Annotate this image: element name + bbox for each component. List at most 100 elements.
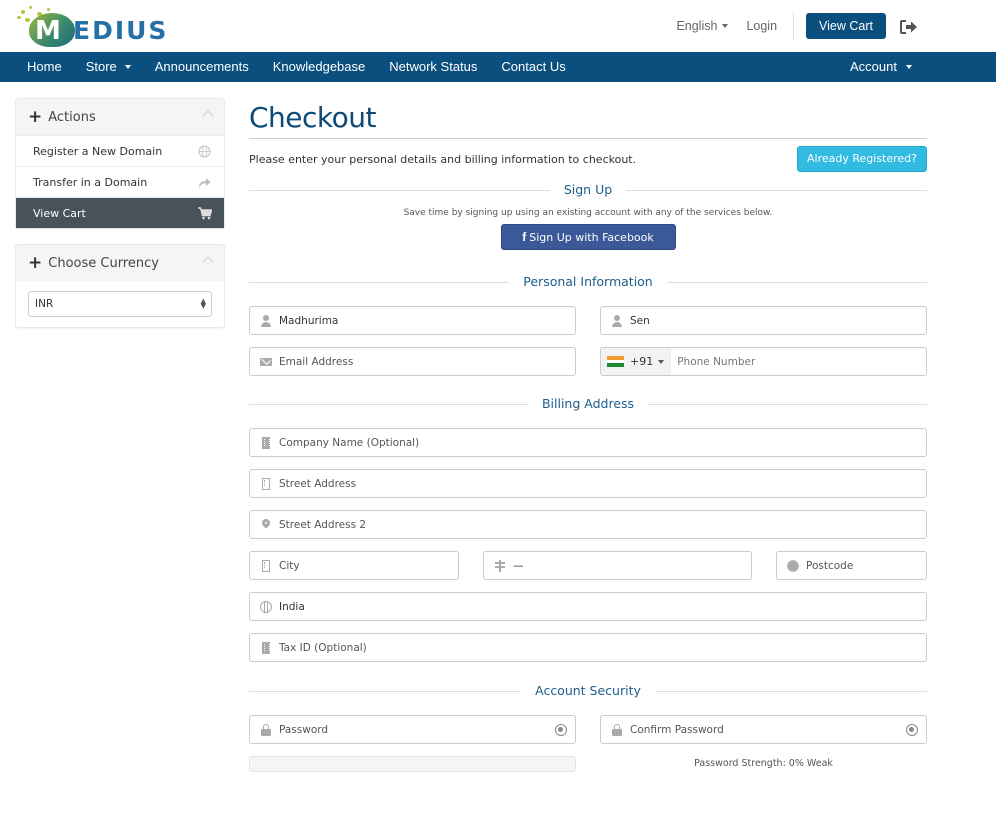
phone-code: +91 <box>630 355 654 368</box>
confirm-password-placeholder: Confirm Password <box>630 723 724 736</box>
sign-out-icon[interactable] <box>900 19 918 34</box>
section-heading: Billing Address <box>527 396 649 411</box>
logo-wordmark: EDIUS <box>73 16 169 45</box>
postcode-placeholder: Postcode <box>806 559 854 572</box>
sidebar-item-label: Transfer in a Domain <box>33 175 148 189</box>
plus-icon: + <box>28 106 43 127</box>
company-placeholder: Company Name (Optional) <box>279 436 420 449</box>
login-link[interactable]: Login <box>746 13 795 39</box>
signup-subtext: Save time by signing up using an existin… <box>403 208 773 218</box>
envelope-icon <box>260 356 272 368</box>
intro-row: Please enter your personal details and b… <box>249 146 927 173</box>
signpost-icon <box>494 559 506 572</box>
user-icon <box>611 314 623 327</box>
country-select[interactable]: India <box>249 592 927 621</box>
nav-label: Account <box>850 59 897 74</box>
nav-store[interactable]: Store <box>74 52 143 82</box>
tax-id-field[interactable]: Tax ID (Optional) <box>249 633 927 662</box>
nav-network-status[interactable]: Network Status <box>377 52 489 82</box>
phone-field[interactable]: +91 Phone Number <box>600 347 927 376</box>
street-address-field[interactable]: Street Address <box>249 469 927 498</box>
view-cart-button[interactable]: View Cart <box>806 13 886 39</box>
chevron-up-icon[interactable] <box>202 110 214 122</box>
nav-knowledgebase[interactable]: Knowledgebase <box>261 52 378 82</box>
confirm-password-field[interactable]: Confirm Password <box>600 715 927 744</box>
street-address-2-field[interactable]: Street Address 2 <box>249 510 927 539</box>
nav-announcements[interactable]: Announcements <box>143 52 261 82</box>
building-outline-icon <box>260 477 272 490</box>
currency-select[interactable]: INR ▲ ▼ <box>28 291 212 317</box>
sidebar-item-label: View Cart <box>33 206 86 220</box>
last-name-value: Sen <box>630 314 650 327</box>
password-field[interactable]: Password <box>249 715 576 744</box>
caret-down-icon <box>722 24 729 28</box>
medius-logo[interactable]: M EDIUS <box>17 4 177 47</box>
user-icon <box>260 314 272 327</box>
panel-title: Choose Currency <box>48 255 159 271</box>
caret-down-icon <box>906 65 912 69</box>
already-registered-button[interactable]: Already Registered? <box>797 146 927 172</box>
phone-placeholder: Phone Number <box>677 355 756 368</box>
language-dropdown[interactable]: English <box>676 19 729 33</box>
street-placeholder: Street Address <box>279 477 357 490</box>
currency-panel-header[interactable]: + Choose Currency <box>16 245 224 281</box>
email-field[interactable]: Email Address <box>249 347 576 376</box>
sidebar-item-transfer-domain[interactable]: Transfer in a Domain <box>16 166 224 197</box>
sidebar-item-label: Register a New Domain <box>33 144 163 158</box>
password-strength-text: Password Strength: 0% Weak <box>694 758 833 769</box>
sidebar-item-register-domain[interactable]: Register a New Domain <box>16 135 224 166</box>
last-name-field[interactable]: Sen <box>600 306 927 335</box>
section-heading: Sign Up <box>549 182 627 197</box>
building-outline-icon <box>260 559 272 572</box>
chevron-up-icon[interactable] <box>202 256 214 268</box>
language-label: English <box>676 19 718 33</box>
postcode-field[interactable]: Postcode <box>776 551 927 580</box>
panel-title: Actions <box>48 109 96 125</box>
caret-down-icon <box>658 359 665 364</box>
currency-panel: + Choose Currency INR ▲ ▼ <box>15 244 225 328</box>
building-icon <box>260 436 272 449</box>
sidebar: + Actions Register a New Domain Transfer… <box>15 98 225 343</box>
nav-label: Knowledgebase <box>272 59 366 74</box>
state-value: — <box>513 559 524 572</box>
first-name-value: Madhurima <box>279 314 339 327</box>
nav-account[interactable]: Account <box>838 52 924 82</box>
taxid-placeholder: Tax ID (Optional) <box>279 641 367 654</box>
city-field[interactable]: City <box>249 551 459 580</box>
nav-label: Network Status <box>389 59 478 74</box>
certificate-icon <box>787 560 799 572</box>
section-personal-info: Personal Information <box>249 271 927 293</box>
facebook-icon: f <box>522 230 527 244</box>
generate-password-icon[interactable] <box>555 724 567 736</box>
india-flag-icon <box>607 356 624 368</box>
logo-initial: M <box>35 16 61 46</box>
nav-home[interactable]: Home <box>0 52 74 82</box>
checkout-main: Checkout Please enter your personal deta… <box>249 98 927 772</box>
nav-label: Contact Us <box>501 59 566 74</box>
street2-placeholder: Street Address 2 <box>279 518 367 531</box>
first-name-field[interactable]: Madhurima <box>249 306 576 335</box>
sidebar-item-view-cart[interactable]: View Cart <box>16 197 224 228</box>
main-navbar: Home Store Announcements Knowledgebase N… <box>0 52 996 82</box>
country-code-dropdown[interactable]: +91 <box>601 348 672 375</box>
generate-password-icon[interactable] <box>906 724 918 736</box>
actions-panel-header[interactable]: + Actions <box>16 99 224 135</box>
section-heading: Account Security <box>521 683 655 698</box>
country-value: India <box>279 600 305 613</box>
facebook-signup-button[interactable]: f Sign Up with Facebook <box>500 224 676 250</box>
caret-down-icon <box>124 65 131 69</box>
state-select[interactable]: — <box>483 551 752 580</box>
nav-label: Announcements <box>154 59 249 74</box>
city-placeholder: City <box>279 559 300 572</box>
building-icon <box>260 641 272 654</box>
nav-contact-us[interactable]: Contact Us <box>489 52 577 82</box>
section-account-security: Account Security <box>249 680 927 702</box>
plus-icon: + <box>28 252 43 273</box>
cart-icon <box>198 207 213 220</box>
page-title: Checkout <box>249 98 927 139</box>
globe-icon <box>260 600 272 613</box>
section-heading: Personal Information <box>509 274 667 289</box>
lock-icon <box>260 723 272 736</box>
actions-panel: + Actions Register a New Domain Transfer… <box>15 98 225 229</box>
company-name-field[interactable]: Company Name (Optional) <box>249 428 927 457</box>
